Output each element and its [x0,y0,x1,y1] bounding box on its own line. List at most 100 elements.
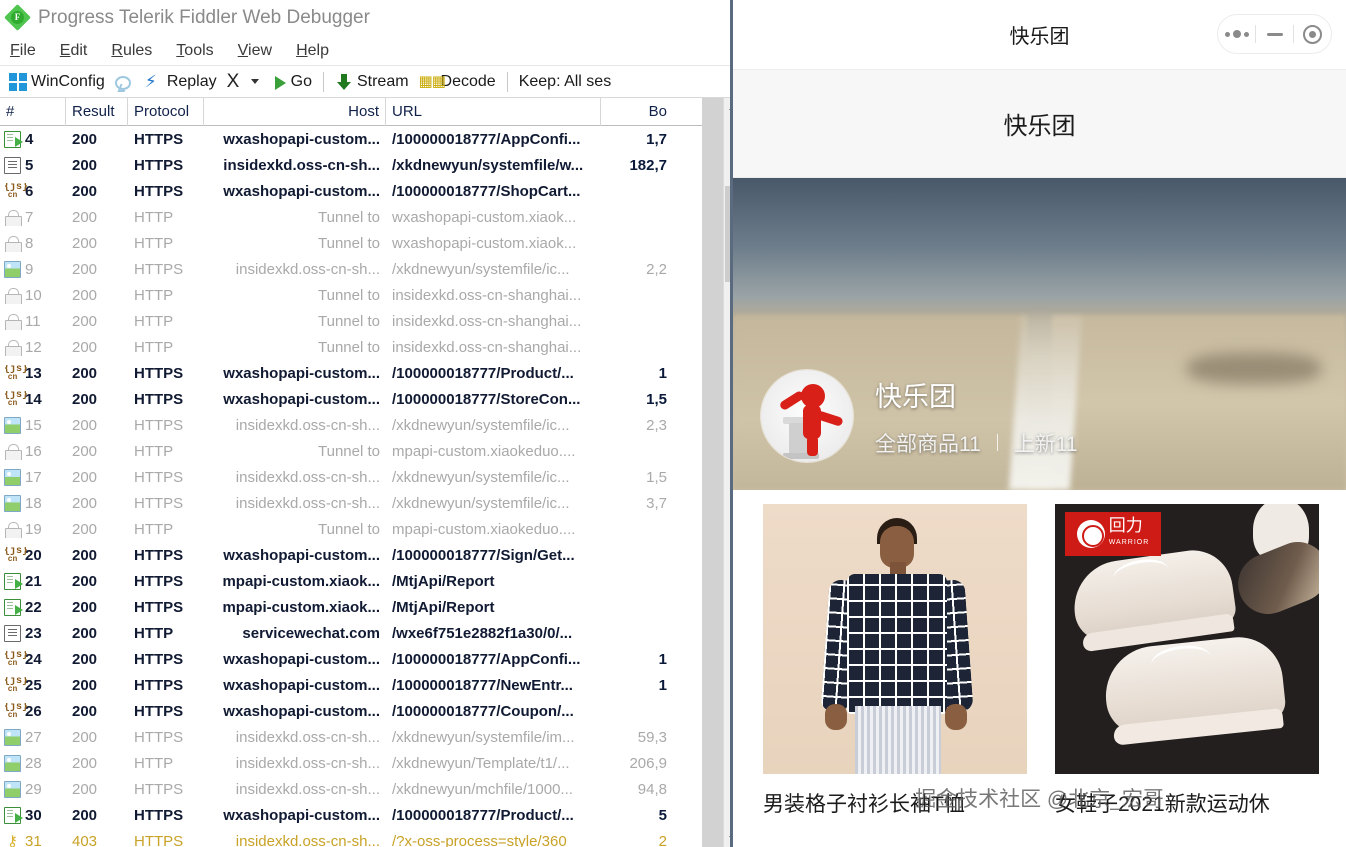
host-cell: mpapi-custom.xiaok... [222,598,380,616]
table-row[interactable]: 11 200 HTTP Tunnel to insidexkd.oss-cn-shang… [0,308,740,334]
table-row[interactable]: 7 200 HTTP Tunnel to wxashopapi-custom.xiaok… [0,204,740,230]
table-row[interactable]: 15 200 HTTPS insidexkd.oss-cn-sh... /xkdnewy… [0,412,740,438]
column-header-result[interactable]: Result [66,97,128,126]
column-header-host[interactable]: Host [204,97,386,126]
result-cell: 200 [72,364,98,382]
table-row[interactable]: 10 200 HTTP Tunnel to insidexkd.oss-cn-shang… [0,282,740,308]
json-icon: {js} cn [4,182,29,200]
table-row[interactable]: ⚷ 31 403 HTTPS insidexkd.oss-cn-sh... /?x-oss… [0,828,740,847]
table-row[interactable]: {js} cn 20 200 HTTPS wxashopapi-custom... /100… [0,542,740,568]
session-number: 30 [25,806,42,824]
session-grid-header: # Result Protocol Host URL Bo [0,97,740,126]
table-row[interactable]: 17 200 HTTPS insidexkd.oss-cn-sh... /xkdnewy… [0,464,740,490]
protocol-cell: HTTPS [134,130,184,148]
table-row[interactable]: 8 200 HTTP Tunnel to wxashopapi-custom.xiaok… [0,230,740,256]
product-image[interactable] [763,504,1027,774]
menu-help[interactable]: Help [296,42,329,60]
minimize-button[interactable] [1256,15,1293,53]
keep-sessions-dropdown[interactable]: Keep: All ses [514,67,617,97]
url-cell: mpapi-custom.xiaokeduo.... [392,520,576,538]
host-cell: wxashopapi-custom... [223,130,380,148]
speech-bubble-icon [114,75,131,90]
table-row[interactable]: 29 200 HTTPS insidexkd.oss-cn-sh... /xkdnewy… [0,776,740,802]
table-row[interactable]: {js} cn 24 200 HTTPS wxashopapi-custom... /100… [0,646,740,672]
lock-icon [4,443,22,460]
column-header-num[interactable]: # [0,97,66,126]
close-target-icon [1303,24,1322,44]
host-cell: Tunnel to [318,312,380,330]
url-cell: /100000018777/Product/... [392,806,574,824]
session-number-cell: 15 [0,416,66,434]
menu-help-rest: elp [307,41,329,59]
protocol-cell: HTTP [134,754,174,772]
chevron-down-icon[interactable] [250,79,259,84]
table-row[interactable]: {js} cn 14 200 HTTPS wxashopapi-custom... /100… [0,386,740,412]
protocol-cell: HTTPS [134,260,184,278]
menu-tools[interactable]: Tools [176,42,213,60]
table-row[interactable]: 16 200 HTTP Tunnel to mpapi-custom.xiaokeduo… [0,438,740,464]
column-header-body[interactable]: Bo [601,98,673,126]
column-header-protocol[interactable]: Protocol [128,97,204,126]
menu-view[interactable]: View [238,42,272,60]
product-card[interactable]: 回力 WARRIOR 女鞋子2021新款运动休 [1055,504,1319,818]
result-cell: 200 [72,702,98,720]
host-cell: wxashopapi-custom... [223,364,380,382]
host-cell: wxashopapi-custom... [223,702,380,720]
host-cell: wxashopapi-custom... [223,676,380,694]
table-row[interactable]: 30 200 HTTPS wxashopapi-custom... /100000018… [0,802,740,828]
protocol-cell: HTTP [134,286,174,304]
go-button[interactable]: Go [270,67,317,97]
comment-button[interactable] [110,67,140,97]
session-number-cell: {js} cn 20 [0,547,66,564]
table-row[interactable]: 28 200 HTTP insidexkd.oss-cn-sh... /xkdnewyu… [0,750,740,776]
session-number: 17 [25,468,42,486]
protocol-cell: HTTP [134,312,174,330]
stream-button[interactable]: Stream [330,67,414,97]
table-row[interactable]: 18 200 HTTPS insidexkd.oss-cn-sh... /xkdnewy… [0,490,740,516]
session-number: 16 [25,442,42,460]
product-image[interactable]: 回力 WARRIOR [1055,504,1319,774]
close-button[interactable] [1294,15,1331,53]
host-cell: Tunnel to [318,520,380,538]
result-cell: 200 [72,494,98,512]
host-cell: insidexkd.oss-cn-sh... [235,468,380,486]
column-header-url[interactable]: URL [386,97,601,126]
decode-button[interactable]: ▦▦ Decode [414,67,501,97]
table-row[interactable]: 9 200 HTTPS insidexkd.oss-cn-sh... /xkdnewyu… [0,256,740,282]
table-row[interactable]: {js} cn 25 200 HTTPS wxashopapi-custom... /100… [0,672,740,698]
table-row[interactable]: 12 200 HTTP Tunnel to insidexkd.oss-cn-shang… [0,334,740,360]
lock-icon [4,235,22,252]
store-avatar-icon[interactable] [761,370,853,462]
table-row[interactable]: {js} cn 26 200 HTTPS wxashopapi-custom... /100… [0,698,740,724]
session-number: 11 [25,312,41,330]
url-cell: /xkdnewyun/mchfile/1000... [392,780,573,798]
table-row[interactable]: {js} cn 6 200 HTTPS wxashopapi-custom... /1000… [0,178,740,204]
table-row[interactable]: {js} cn 13 200 HTTPS wxashopapi-custom... /100… [0,360,740,386]
replay-button[interactable]: ⚡ Replay [140,67,222,97]
menu-edit[interactable]: Edit [60,42,88,60]
table-row[interactable]: 19 200 HTTP Tunnel to mpapi-custom.xiaokeduo… [0,516,740,542]
image-icon [4,728,21,746]
table-row[interactable]: 23 200 HTTP servicewechat.com/wxe6f751e2882… [0,620,740,646]
menu-rules[interactable]: Rules [111,42,152,60]
more-menu-button[interactable] [1218,15,1255,53]
all-goods-count[interactable]: 全部商品11 [875,428,981,458]
miniprogram-nav-title: 快乐团 [1009,26,1070,48]
product-card[interactable]: 男装格子衬衫长袖T恤 [763,504,1027,818]
table-row[interactable]: 5 200 HTTPS insidexkd.oss-cn-sh... /xkdnewyu… [0,152,740,178]
remove-button[interactable]: X [222,67,270,97]
new-goods-count[interactable]: 上新11 [1014,428,1078,458]
menu-file[interactable]: File [10,42,36,60]
winconfig-button[interactable]: WinConfig [4,67,110,97]
table-row[interactable]: 22 200 HTTPS mpapi-custom.xiaok... /MtjApi/R… [0,594,740,620]
protocol-cell: HTTPS [134,598,184,616]
lock-icon [4,313,22,330]
table-row[interactable]: 4 200 HTTPS wxashopapi-custom... /1000000187… [0,126,740,152]
table-row[interactable]: 27 200 HTTPS insidexkd.oss-cn-sh... /xkdnewy… [0,724,740,750]
json-icon: {js} cn [4,546,29,564]
session-number: 31 [25,832,42,847]
table-row[interactable]: 21 200 HTTPS mpapi-custom.xiaok... /MtjApi/R… [0,568,740,594]
protocol-cell: HTTPS [134,806,184,824]
session-number-cell: 4 [0,130,66,148]
doc-plain-icon [4,156,21,174]
